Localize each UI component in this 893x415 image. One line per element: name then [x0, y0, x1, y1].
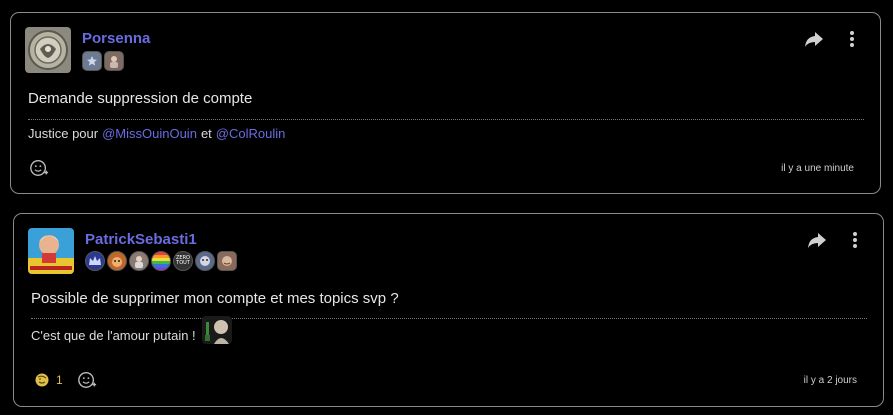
- rainbow-badge-icon[interactable]: [151, 251, 171, 271]
- post-body: C'est que de l'amour putain !: [31, 316, 232, 344]
- sticker-image: [201, 316, 232, 344]
- portrait-badge-icon[interactable]: [129, 251, 149, 271]
- post-body: Justice pour @MissOuinOuin et @ColRoulin: [28, 126, 289, 141]
- reaction-button[interactable]: 1: [34, 372, 63, 388]
- reaction-emoji-icon: [35, 373, 49, 387]
- author-name[interactable]: PatrickSebasti1: [85, 231, 197, 248]
- star-badge-icon[interactable]: [82, 51, 102, 71]
- post-actions: [804, 29, 862, 49]
- post-title: Demande suppression de compte: [28, 90, 253, 107]
- post-footer: 1: [34, 370, 97, 390]
- add-reaction-icon[interactable]: [29, 158, 49, 178]
- post-title: Possible de supprimer mon compte et mes …: [31, 290, 399, 307]
- cat-badge-icon[interactable]: [107, 251, 127, 271]
- more-options-icon[interactable]: [842, 29, 862, 49]
- divider: [31, 318, 867, 319]
- body-text: C'est que de l'amour putain !: [31, 327, 196, 343]
- face-badge-icon[interactable]: [195, 251, 215, 271]
- post-card: PatrickSebasti1 ZERO TOUT Possible de su…: [13, 213, 884, 407]
- divider: [28, 119, 864, 120]
- badge-list: [82, 51, 124, 71]
- more-options-icon[interactable]: [845, 230, 865, 250]
- crown-badge-icon[interactable]: [85, 251, 105, 271]
- author-avatar[interactable]: [25, 27, 71, 73]
- share-icon[interactable]: [807, 230, 827, 250]
- author-name[interactable]: Porsenna: [82, 30, 150, 47]
- post-actions: [807, 230, 865, 250]
- post-footer: [29, 158, 49, 178]
- hex-badge-icon[interactable]: [217, 251, 237, 271]
- badge-list: ZERO TOUT: [85, 251, 237, 271]
- share-icon[interactable]: [804, 29, 824, 49]
- author-avatar[interactable]: [28, 228, 74, 274]
- add-reaction-icon[interactable]: [77, 370, 97, 390]
- post-timestamp: il y a une minute: [781, 163, 854, 174]
- post-card: Porsenna Demande suppression de compte J…: [10, 12, 881, 194]
- mention-link[interactable]: @MissOuinOuin: [102, 126, 197, 141]
- reaction-count: 1: [56, 373, 63, 387]
- mention-link[interactable]: @ColRoulin: [216, 126, 286, 141]
- post-timestamp: il y a 2 jours: [803, 375, 857, 386]
- zero-badge-icon[interactable]: ZERO TOUT: [173, 251, 193, 271]
- portrait-badge-icon[interactable]: [104, 51, 124, 71]
- body-connector: et: [200, 126, 212, 141]
- body-prefix: Justice pour: [28, 126, 99, 141]
